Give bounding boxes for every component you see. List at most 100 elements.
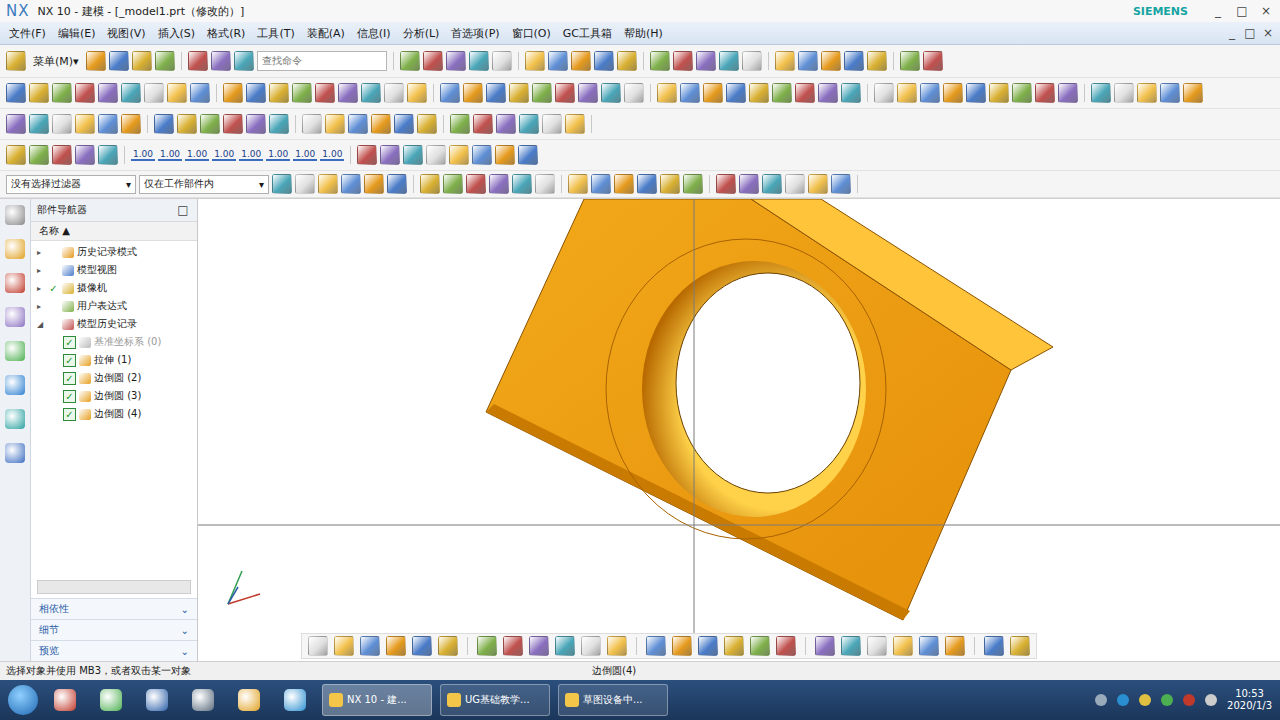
tool-icon[interactable]: [594, 51, 614, 71]
tool-icon[interactable]: [318, 174, 338, 194]
menu-item[interactable]: 分析(L): [398, 24, 445, 43]
tool-icon[interactable]: [1160, 83, 1180, 103]
tool-icon[interactable]: [407, 83, 427, 103]
tool-icon[interactable]: [672, 636, 692, 656]
tool-icon[interactable]: [724, 636, 744, 656]
tool-icon[interactable]: [1137, 83, 1157, 103]
type-filter[interactable]: 没有选择过滤器▾: [6, 175, 136, 194]
tool-icon[interactable]: [211, 51, 231, 71]
tool-icon[interactable]: [703, 83, 723, 103]
tool-icon[interactable]: [466, 174, 486, 194]
tool-icon[interactable]: [438, 636, 458, 656]
menu-item[interactable]: 工具(T): [252, 24, 299, 43]
tray-icon[interactable]: [1117, 694, 1129, 706]
tool-icon[interactable]: [386, 636, 406, 656]
tool-icon[interactable]: [29, 83, 49, 103]
tool-icon[interactable]: [637, 174, 657, 194]
feature-check-icon[interactable]: ✓: [63, 372, 76, 385]
tool-icon[interactable]: [565, 114, 585, 134]
tool-icon[interactable]: [272, 174, 292, 194]
tray-icon[interactable]: [1205, 694, 1217, 706]
tool-icon[interactable]: [403, 145, 423, 165]
tool-icon[interactable]: [749, 83, 769, 103]
tool-icon[interactable]: [874, 83, 894, 103]
resource-icon[interactable]: [5, 307, 25, 327]
pinned-app-icon[interactable]: [138, 684, 176, 716]
tool-icon[interactable]: [966, 83, 986, 103]
resource-icon[interactable]: [5, 375, 25, 395]
tool-icon[interactable]: [772, 83, 792, 103]
clock[interactable]: 10:532020/1/3: [1227, 688, 1272, 712]
tool-icon[interactable]: [529, 636, 549, 656]
tool-icon[interactable]: [423, 51, 443, 71]
tool-icon[interactable]: [334, 636, 354, 656]
tool-icon[interactable]: [190, 83, 210, 103]
document-control[interactable]: □: [1242, 26, 1258, 40]
tool-icon[interactable]: [446, 51, 466, 71]
tool-icon[interactable]: [371, 114, 391, 134]
tool-icon[interactable]: [1012, 83, 1032, 103]
tool-icon[interactable]: [463, 83, 483, 103]
tool-icon[interactable]: [945, 636, 965, 656]
collapse-icon[interactable]: ◢: [37, 320, 45, 329]
menu-item[interactable]: 帮助(H): [619, 24, 668, 43]
tool-icon[interactable]: [923, 51, 943, 71]
tool-icon[interactable]: [426, 145, 446, 165]
tool-icon[interactable]: [568, 174, 588, 194]
tool-icon[interactable]: [387, 174, 407, 194]
resource-icon[interactable]: [5, 409, 25, 429]
tool-icon[interactable]: [555, 636, 575, 656]
menu-item[interactable]: 窗口(O): [507, 24, 556, 43]
taskbar-item[interactable]: NX 10 - 建...: [322, 684, 432, 716]
tool-icon[interactable]: [361, 83, 381, 103]
tool-icon[interactable]: [440, 83, 460, 103]
tool-icon[interactable]: [75, 83, 95, 103]
dimension-button[interactable]: 1.00: [185, 149, 209, 161]
tool-icon[interactable]: [380, 145, 400, 165]
tool-icon[interactable]: [519, 114, 539, 134]
navigator-item[interactable]: ✓拉伸 (1): [31, 351, 197, 369]
tool-icon[interactable]: [867, 636, 887, 656]
tool-icon[interactable]: [295, 174, 315, 194]
tool-icon[interactable]: [503, 636, 523, 656]
navigator-item[interactable]: ✓基准坐标系 (0): [31, 333, 197, 351]
tool-icon[interactable]: [223, 83, 243, 103]
scrollbar[interactable]: [37, 580, 191, 594]
dimension-button[interactable]: 1.00: [320, 149, 344, 161]
tool-icon[interactable]: [624, 83, 644, 103]
part-model[interactable]: [198, 199, 1280, 652]
tool-icon[interactable]: [716, 174, 736, 194]
tool-icon[interactable]: [943, 83, 963, 103]
tool-icon[interactable]: [29, 145, 49, 165]
dimension-button[interactable]: 1.00: [293, 149, 317, 161]
menu-item[interactable]: 视图(V): [102, 24, 150, 43]
tool-icon[interactable]: [6, 114, 26, 134]
tool-icon[interactable]: [246, 83, 266, 103]
tool-icon[interactable]: [443, 174, 463, 194]
tool-icon[interactable]: [155, 51, 175, 71]
tool-icon[interactable]: [742, 51, 762, 71]
tool-icon[interactable]: [614, 174, 634, 194]
column-header[interactable]: 名称 ▲: [31, 222, 197, 241]
tool-icon[interactable]: [650, 51, 670, 71]
tool-icon[interactable]: [1035, 83, 1055, 103]
start-icon[interactable]: [6, 51, 26, 71]
tool-icon[interactable]: [292, 83, 312, 103]
tool-icon[interactable]: [473, 114, 493, 134]
tool-icon[interactable]: [509, 83, 529, 103]
tool-icon[interactable]: [571, 51, 591, 71]
dimension-button[interactable]: 1.00: [131, 149, 155, 161]
tool-icon[interactable]: [492, 51, 512, 71]
tool-icon[interactable]: [52, 145, 72, 165]
tool-icon[interactable]: [360, 636, 380, 656]
window-control[interactable]: ×: [1258, 4, 1274, 18]
tool-icon[interactable]: [1183, 83, 1203, 103]
dimension-button[interactable]: 1.00: [158, 149, 182, 161]
tray-icon[interactable]: [1183, 694, 1195, 706]
tool-icon[interactable]: [188, 51, 208, 71]
window-control[interactable]: □: [1234, 4, 1250, 18]
pinned-app-icon[interactable]: [46, 684, 84, 716]
tool-icon[interactable]: [657, 83, 677, 103]
resource-icon[interactable]: [5, 341, 25, 361]
tool-icon[interactable]: [29, 114, 49, 134]
